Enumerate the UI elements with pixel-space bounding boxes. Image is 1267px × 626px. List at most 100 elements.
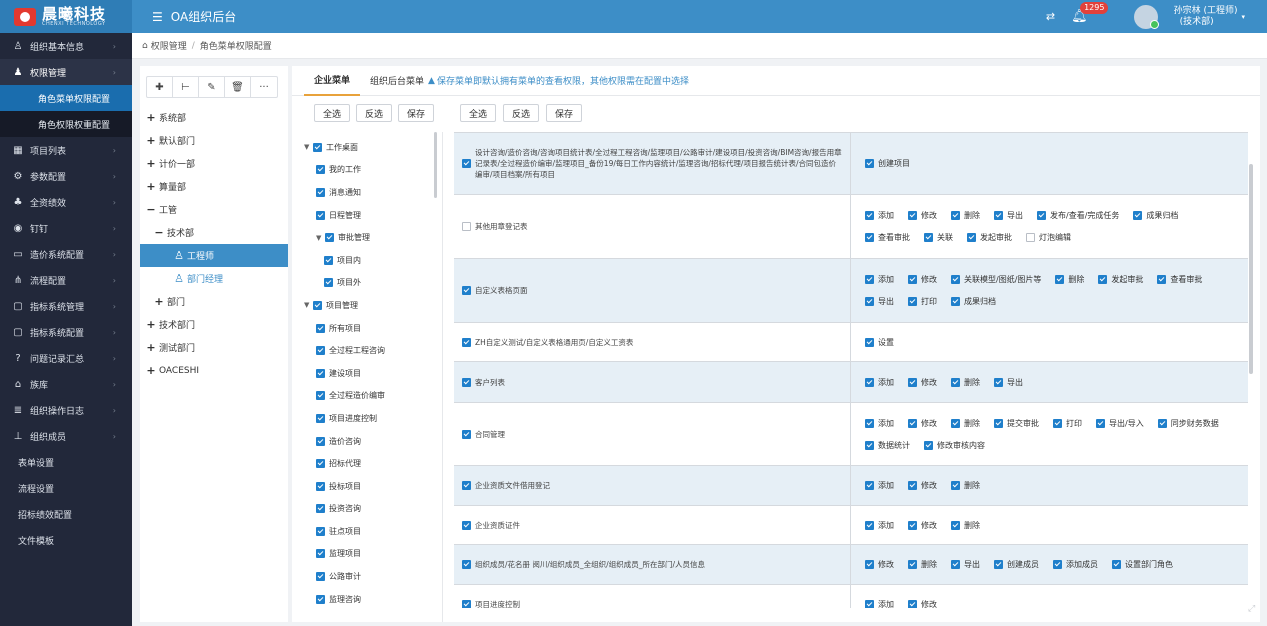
sidebar-item[interactable]: 文件模板 <box>0 527 132 553</box>
checkbox[interactable] <box>1098 275 1108 284</box>
checkbox[interactable] <box>462 481 471 490</box>
select-all-button[interactable]: 全选 <box>314 104 351 122</box>
permission-option[interactable]: 关联模型/图纸/图片等 <box>951 271 1041 289</box>
caret-down-icon[interactable]: ▼ <box>316 234 324 242</box>
checkbox[interactable] <box>462 429 471 439</box>
permission-option[interactable]: 打印 <box>1053 414 1082 432</box>
checkbox[interactable] <box>462 222 471 231</box>
menu-tree-node[interactable]: 项目内 <box>304 249 438 272</box>
expand-icon[interactable]: + <box>154 295 164 308</box>
checkbox[interactable] <box>908 211 917 220</box>
permission-option[interactable]: 导出 <box>994 207 1023 225</box>
sidebar-item[interactable]: 招标绩效配置 <box>0 501 132 527</box>
menu-tree-node[interactable]: 消息通知 <box>304 181 438 204</box>
checkbox[interactable] <box>967 233 976 242</box>
collapse-icon[interactable]: − <box>146 203 156 216</box>
checkbox[interactable] <box>462 520 471 530</box>
bell-icon[interactable]: 🔔︎ 1295 <box>1071 2 1109 24</box>
checkbox[interactable] <box>313 300 322 310</box>
checkbox[interactable] <box>908 560 917 569</box>
menu-tree-node[interactable]: 建设项目 <box>304 362 438 385</box>
checkbox[interactable] <box>316 549 325 559</box>
menu-tree-node[interactable]: 全过程造价编审 <box>304 385 438 408</box>
checkbox[interactable] <box>316 210 325 220</box>
org-tree-node[interactable]: ♙ 部门经理 <box>140 267 288 290</box>
checkbox[interactable] <box>1053 418 1062 428</box>
checkbox[interactable] <box>462 159 471 168</box>
delete-icon[interactable]: 🗑︎ <box>225 77 251 97</box>
more-icon[interactable]: ··· <box>251 77 277 97</box>
expand-icon[interactable]: ⤢ <box>1248 604 1255 614</box>
org-tree-node[interactable]: + 系统部 <box>140 106 288 129</box>
permission-option[interactable]: 成果归档 <box>951 293 996 311</box>
checkbox[interactable] <box>865 440 874 450</box>
add-child-button[interactable]: ⊢ <box>173 77 199 97</box>
permission-option[interactable]: 添加成员 <box>1053 556 1098 574</box>
permission-option[interactable]: 创建项目 <box>865 155 910 173</box>
checkbox[interactable] <box>908 297 917 306</box>
menu-tree-node[interactable]: 所有项目 <box>304 317 438 340</box>
org-tree-node[interactable]: ♙ 工程师 <box>140 244 288 267</box>
permission-option[interactable]: 添加 <box>865 207 894 225</box>
permission-option[interactable]: 修改 <box>908 596 937 608</box>
permission-option[interactable]: 关联 <box>924 229 953 247</box>
permission-option[interactable]: 发布/查看/完成任务 <box>1037 207 1119 225</box>
edit-icon[interactable]: ✎ <box>199 77 225 97</box>
checkbox[interactable] <box>951 560 960 569</box>
sidebar-item[interactable]: ? 问题记录汇总 › <box>0 345 132 371</box>
checkbox[interactable] <box>1112 560 1121 569</box>
menu-tree-node[interactable]: 监理咨询 <box>304 588 438 611</box>
role-icon[interactable]: ♙ <box>174 249 184 262</box>
user-menu[interactable]: 孙宗林 (工程师) (技术部) <box>1174 6 1238 28</box>
sidebar-item[interactable]: ▦ 项目列表 › <box>0 137 132 163</box>
perm-select-all-button[interactable]: 全选 <box>460 104 497 122</box>
checkbox[interactable] <box>1157 418 1167 428</box>
checkbox[interactable] <box>908 600 917 608</box>
org-tree-node[interactable]: + 算量部 <box>140 175 288 198</box>
sidebar-subitem[interactable]: 角色权限权重配置 <box>0 111 132 137</box>
checkbox[interactable] <box>865 600 874 608</box>
expand-icon[interactable]: + <box>146 134 156 147</box>
permission-option[interactable]: 修改审核内容 <box>924 436 985 454</box>
checkbox[interactable] <box>865 337 874 347</box>
checkbox[interactable] <box>316 504 325 514</box>
menu-tree-node[interactable]: 日程管理 <box>304 204 438 227</box>
checkbox[interactable] <box>316 481 325 491</box>
checkbox[interactable] <box>462 560 471 569</box>
checkbox[interactable] <box>462 600 471 608</box>
sidebar-item[interactable]: ⊥ 组织成员 › <box>0 423 132 449</box>
menu-tree-node[interactable]: 驻点项目 <box>304 520 438 543</box>
checkbox[interactable] <box>951 520 960 530</box>
checkbox[interactable] <box>865 520 874 530</box>
permission-option[interactable]: 添加 <box>865 373 894 391</box>
menu-tree-node[interactable]: 项目外 <box>304 272 438 295</box>
checkbox[interactable] <box>994 560 1003 569</box>
sidebar-item[interactable]: ▭ 造价系统配置 › <box>0 241 132 267</box>
checkbox[interactable] <box>865 211 874 220</box>
checkbox[interactable] <box>951 275 960 284</box>
expand-icon[interactable]: + <box>146 364 156 377</box>
checkbox[interactable] <box>462 337 471 347</box>
sidebar-item[interactable]: ⋔ 流程配置 › <box>0 267 132 293</box>
sidebar-item[interactable]: ▢ 指标系统配置 › <box>0 319 132 345</box>
org-tree-node[interactable]: − 工管 <box>140 198 288 221</box>
menu-tree-node[interactable]: 设计咨询 <box>304 610 438 616</box>
menu-tree-node[interactable]: 投标项目 <box>304 475 438 498</box>
permission-option[interactable]: 查看审批 <box>865 229 910 247</box>
checkbox[interactable] <box>1133 211 1143 220</box>
permission-option[interactable]: 删除 <box>951 477 980 495</box>
sidebar-item[interactable]: ♣ 全资绩效 › <box>0 189 132 215</box>
checkbox[interactable] <box>316 459 325 469</box>
breadcrumb-parent[interactable]: 权限管理 <box>151 39 187 52</box>
checkbox[interactable] <box>994 377 1003 387</box>
permission-option[interactable]: 添加 <box>865 477 894 495</box>
menu-tree-scrollbar[interactable] <box>434 132 437 198</box>
checkbox[interactable] <box>316 526 325 536</box>
checkbox[interactable] <box>924 233 933 242</box>
expand-icon[interactable]: + <box>146 341 156 354</box>
checkbox[interactable] <box>865 481 874 490</box>
menu-tree-node[interactable]: 监理项目 <box>304 543 438 566</box>
org-tree-node[interactable]: − 技术部 <box>140 221 288 244</box>
menu-tree-node[interactable]: 公路审计 <box>304 565 438 588</box>
permission-option[interactable]: 修改 <box>865 556 894 574</box>
